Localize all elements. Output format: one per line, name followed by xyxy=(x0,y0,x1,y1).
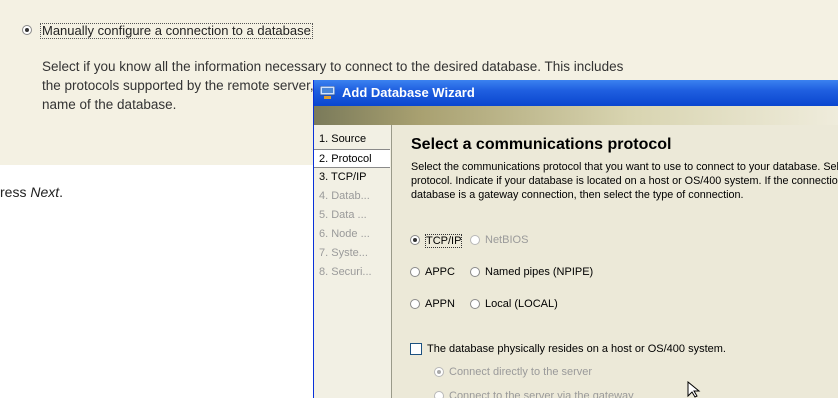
wizard-title: Add Database Wizard xyxy=(342,85,475,100)
tcpip-label: TCP/IP xyxy=(425,234,463,248)
tcpip-radio[interactable] xyxy=(410,235,420,245)
mouse-pointer-icon xyxy=(687,381,701,398)
manual-config-radio[interactable] xyxy=(22,25,32,35)
connect-direct-label: Connect directly to the server xyxy=(449,366,593,378)
named-pipes-radio[interactable] xyxy=(470,267,480,277)
protocol-description: Select the communications protocol that … xyxy=(411,160,838,202)
wizard-content: Select a communications protocol Select … xyxy=(392,125,838,398)
description-line: Select the communications protocol that … xyxy=(411,161,838,173)
step-security: 8. Securi... xyxy=(319,266,372,278)
add-database-wizard-window: Add Database Wizard 1. Source 2. Protoco… xyxy=(313,80,838,398)
step-node: 6. Node ... xyxy=(319,228,370,240)
wizard-titlebar[interactable]: Add Database Wizard xyxy=(314,80,838,106)
next-emphasis: Next xyxy=(30,184,60,200)
local-radio[interactable] xyxy=(470,299,480,309)
appc-label: APPC xyxy=(425,266,455,278)
appn-label: APPN xyxy=(425,298,455,310)
step-protocol[interactable]: 2. Protocol xyxy=(314,149,390,168)
connect-direct-radio xyxy=(434,367,444,377)
appn-radio[interactable] xyxy=(410,299,420,309)
named-pipes-label: Named pipes (NPIPE) xyxy=(485,266,594,278)
step-database: 4. Datab... xyxy=(319,190,370,202)
step-tcpip[interactable]: 3. TCP/IP xyxy=(314,168,390,187)
page-title: Select a communications protocol xyxy=(411,136,672,153)
step-source[interactable]: 1. Source xyxy=(314,130,390,149)
netbios-label: NetBIOS xyxy=(485,234,529,246)
description-line: database is a gateway connection, then s… xyxy=(411,189,744,201)
local-label: Local (LOCAL) xyxy=(485,298,558,310)
connect-gateway-radio xyxy=(434,391,444,398)
host-system-label: The database physically resides on a hos… xyxy=(427,343,726,355)
description-line: Select if you know all the information n… xyxy=(42,59,624,74)
connect-gateway-label: Connect to the server via the gateway xyxy=(449,390,634,398)
database-wizard-icon xyxy=(320,86,335,99)
wizard-steps-panel: 1. Source 2. Protocol 3. TCP/IP 4. Datab… xyxy=(314,125,392,398)
wizard-banner xyxy=(314,106,838,125)
host-system-checkbox[interactable] xyxy=(410,343,422,355)
step-system: 7. Syste... xyxy=(319,247,368,259)
netbios-radio xyxy=(470,235,480,245)
step-data-source: 5. Data ... xyxy=(319,209,367,221)
document-instruction: ress Next. xyxy=(0,184,64,200)
manual-config-label: Manually configure a connection to a dat… xyxy=(40,23,313,39)
appc-radio[interactable] xyxy=(410,267,420,277)
description-line: protocol. Indicate if your database is l… xyxy=(411,175,838,187)
